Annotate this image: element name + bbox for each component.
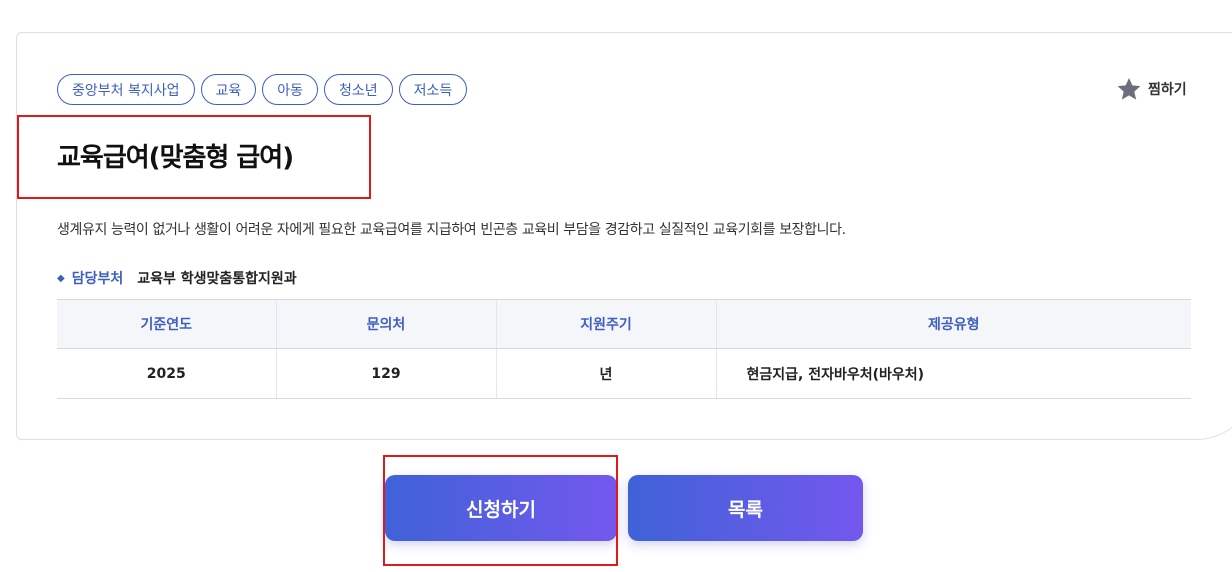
list-button[interactable]: 목록 [628, 475, 863, 541]
header-support-cycle: 지원주기 [495, 299, 716, 349]
department-value: 교육부 학생맞춤통합지원과 [137, 271, 297, 287]
cell-contact: 129 [275, 348, 496, 399]
favorite-label: 찜하기 [1148, 82, 1187, 98]
department-label: 담당부처 [71, 271, 124, 287]
page-title: 교육급여(맞춤형 급여) [57, 143, 294, 173]
header-base-year: 기준연도 [57, 299, 276, 349]
header-provision-type: 제공유형 [715, 299, 1191, 349]
cell-support-cycle: 년 [495, 348, 716, 399]
table-row: 2025 129 년 현금지급, 전자바우처(바우처) [57, 348, 1191, 399]
diamond-bullet-icon: ◆ [57, 272, 65, 284]
favorite-button[interactable]: 찜하기 [1116, 76, 1187, 102]
table-header-row: 기준연도 문의처 지원주기 제공유형 [57, 299, 1191, 349]
category-tags: 중앙부처 복지사업 교육 아동 청소년 저소득 [57, 74, 468, 105]
department-info: ◆ 담당부처 교육부 학생맞춤통합지원과 [57, 268, 297, 288]
header-contact: 문의처 [275, 299, 496, 349]
tag-children[interactable]: 아동 [262, 74, 319, 105]
tag-education[interactable]: 교육 [200, 74, 257, 105]
service-info-table: 기준연도 문의처 지원주기 제공유형 2025 129 년 현금지급, 전자바우… [57, 299, 1191, 399]
service-description: 생계유지 능력이 없거나 생활이 어려운 자에게 필요한 교육급여를 지급하여 … [57, 222, 846, 238]
star-icon [1117, 77, 1141, 100]
tag-low-income[interactable]: 저소득 [398, 74, 468, 105]
cell-provision-type: 현금지급, 전자바우처(바우처) [715, 348, 1191, 399]
cell-base-year: 2025 [57, 348, 276, 399]
apply-highlight-box [383, 455, 618, 566]
tag-youth[interactable]: 청소년 [324, 74, 393, 105]
tag-central-welfare[interactable]: 중앙부처 복지사업 [57, 74, 195, 105]
